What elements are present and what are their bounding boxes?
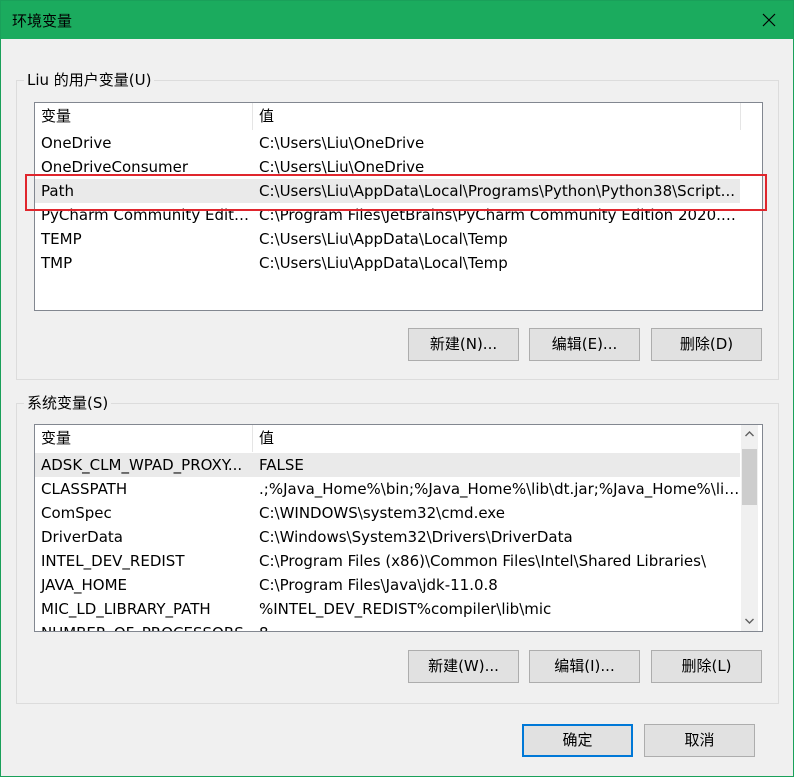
scroll-thumb[interactable] — [742, 449, 757, 505]
variable-name-cell: JAVA_HOME — [41, 576, 128, 594]
system-edit-button[interactable]: 编辑(I)... — [529, 650, 640, 683]
table-row[interactable]: ComSpec C:\WINDOWS\system32\cmd.exe — [35, 501, 740, 525]
variable-value-cell: %INTEL_DEV_REDIST%compiler\lib\mic — [259, 600, 552, 618]
variable-name-cell: PyCharm Community Edition — [41, 206, 252, 224]
user-delete-button[interactable]: 删除(D) — [651, 328, 762, 361]
table-row[interactable]: OneDriveConsumer C:\Users\Liu\OneDrive — [35, 155, 740, 179]
system-variables-label: 系统变量(S) — [24, 393, 112, 413]
variable-value-cell: 8 — [253, 621, 740, 631]
title-bar: 环境变量 — [1, 1, 793, 39]
environment-variables-window: 环境变量 Liu 的用户变量(U) 变量 值 OneDrive C:\Users\… — [0, 0, 794, 777]
table-row[interactable]: DriverData C:\Windows\System32\Drivers\Dr… — [35, 525, 740, 549]
close-button[interactable] — [745, 1, 793, 39]
table-row[interactable]: TMP C:\Users\Liu\AppData\Local\Temp — [35, 251, 740, 275]
user-variables-list[interactable]: 变量 值 OneDrive C:\Users\Liu\OneDrive OneDri… — [34, 102, 763, 311]
column-separator[interactable] — [740, 103, 741, 130]
variable-value-cell: C:\Users\Liu\AppData\Local\Programs\Pyth… — [259, 182, 735, 200]
variable-value-cell: C:\Users\Liu\OneDrive — [259, 134, 425, 152]
close-icon — [762, 13, 776, 27]
table-row[interactable]: INTEL_DEV_REDIST C:\Program Files (x86)\C… — [35, 549, 740, 573]
table-row[interactable]: NUMBER_OF_PROCESSORS8 — [35, 621, 740, 631]
variable-value-cell: .;%Java_Home%\bin;%Java_Home%\lib\dt.jar… — [259, 480, 740, 498]
table-row[interactable]: OneDrive C:\Users\Liu\OneDrive — [35, 131, 740, 155]
user-variables-label: Liu 的用户变量(U) — [24, 70, 155, 90]
chevron-up-icon — [745, 430, 754, 436]
user-edit-button[interactable]: 编辑(E)... — [529, 328, 640, 361]
scroll-up-button[interactable] — [741, 425, 758, 442]
scroll-down-button[interactable] — [741, 612, 758, 629]
system-new-button[interactable]: 新建(W)... — [408, 650, 519, 683]
window-title: 环境变量 — [12, 12, 73, 30]
variable-name-cell: MIC_LD_LIBRARY_PATH — [41, 600, 211, 618]
variable-name-cell: DriverData — [41, 528, 123, 546]
system-variables-list[interactable]: 变量 值 ADSK_CLM_WPAD_PROXY... FALSE CLASSPAT… — [34, 424, 763, 632]
variable-name-cell: CLASSPATH — [41, 480, 128, 498]
variable-name-cell: INTEL_DEV_REDIST — [41, 552, 185, 570]
table-row[interactable]: TEMP C:\Users\Liu\AppData\Local\Temp — [35, 227, 740, 251]
table-row[interactable]: JAVA_HOME C:\Program Files\Java\jdk-11.0.… — [35, 573, 740, 597]
column-header-value[interactable]: 值 — [253, 103, 740, 130]
variable-name-cell: TMP — [41, 254, 73, 272]
variable-value-cell: C:\Program Files\Java\jdk-11.0.8 — [259, 576, 498, 594]
variable-value-cell: C:\Users\Liu\AppData\Local\Temp — [259, 230, 508, 248]
table-row[interactable]: ADSK_CLM_WPAD_PROXY... FALSE — [35, 453, 740, 477]
variable-name-cell: NUMBER_OF_PROCESSORS — [35, 621, 252, 631]
variable-value-cell: FALSE — [259, 456, 304, 474]
system-list-scrollbar[interactable] — [741, 425, 758, 631]
column-header-value[interactable]: 值 — [253, 425, 740, 452]
column-header-variable[interactable]: 变量 — [35, 425, 252, 452]
table-row[interactable]: Path C:\Users\Liu\AppData\Local\Programs\… — [35, 179, 740, 203]
variable-name-cell: OneDrive — [41, 134, 112, 152]
table-row[interactable]: CLASSPATH .;%Java_Home%\bin;%Java_Home%\l… — [35, 477, 740, 501]
user-new-button[interactable]: 新建(N)... — [408, 328, 519, 361]
variable-name-cell: TEMP — [41, 230, 82, 248]
variable-value-cell: C:\Program Files\JetBrains\PyCharm Commu… — [259, 206, 740, 224]
system-delete-button[interactable]: 删除(L) — [651, 650, 762, 683]
variable-value-cell: C:\Users\Liu\AppData\Local\Temp — [259, 254, 508, 272]
system-list-header: 变量 值 — [35, 425, 740, 452]
variable-value-cell: C:\Program Files (x86)\Common Files\Inte… — [259, 552, 707, 570]
variable-value-cell: C:\WINDOWS\system32\cmd.exe — [259, 504, 505, 522]
variable-name-cell: ComSpec — [41, 504, 112, 522]
variable-name-cell: ADSK_CLM_WPAD_PROXY... — [41, 456, 243, 474]
chevron-down-icon — [745, 618, 754, 624]
variable-value-cell: C:\Users\Liu\OneDrive — [259, 158, 425, 176]
column-header-variable[interactable]: 变量 — [35, 103, 252, 130]
table-row[interactable]: MIC_LD_LIBRARY_PATH %INTEL_DEV_REDIST%com… — [35, 597, 740, 621]
table-row[interactable]: PyCharm Community Edition C:\Program File… — [35, 203, 740, 227]
cancel-button[interactable]: 取消 — [644, 724, 755, 757]
variable-name-cell: Path — [41, 182, 74, 200]
ok-button[interactable]: 确定 — [522, 724, 633, 757]
variable-value-cell: C:\Windows\System32\Drivers\DriverData — [259, 528, 573, 546]
variable-name-cell: OneDriveConsumer — [41, 158, 189, 176]
user-list-header: 变量 值 — [35, 103, 762, 130]
